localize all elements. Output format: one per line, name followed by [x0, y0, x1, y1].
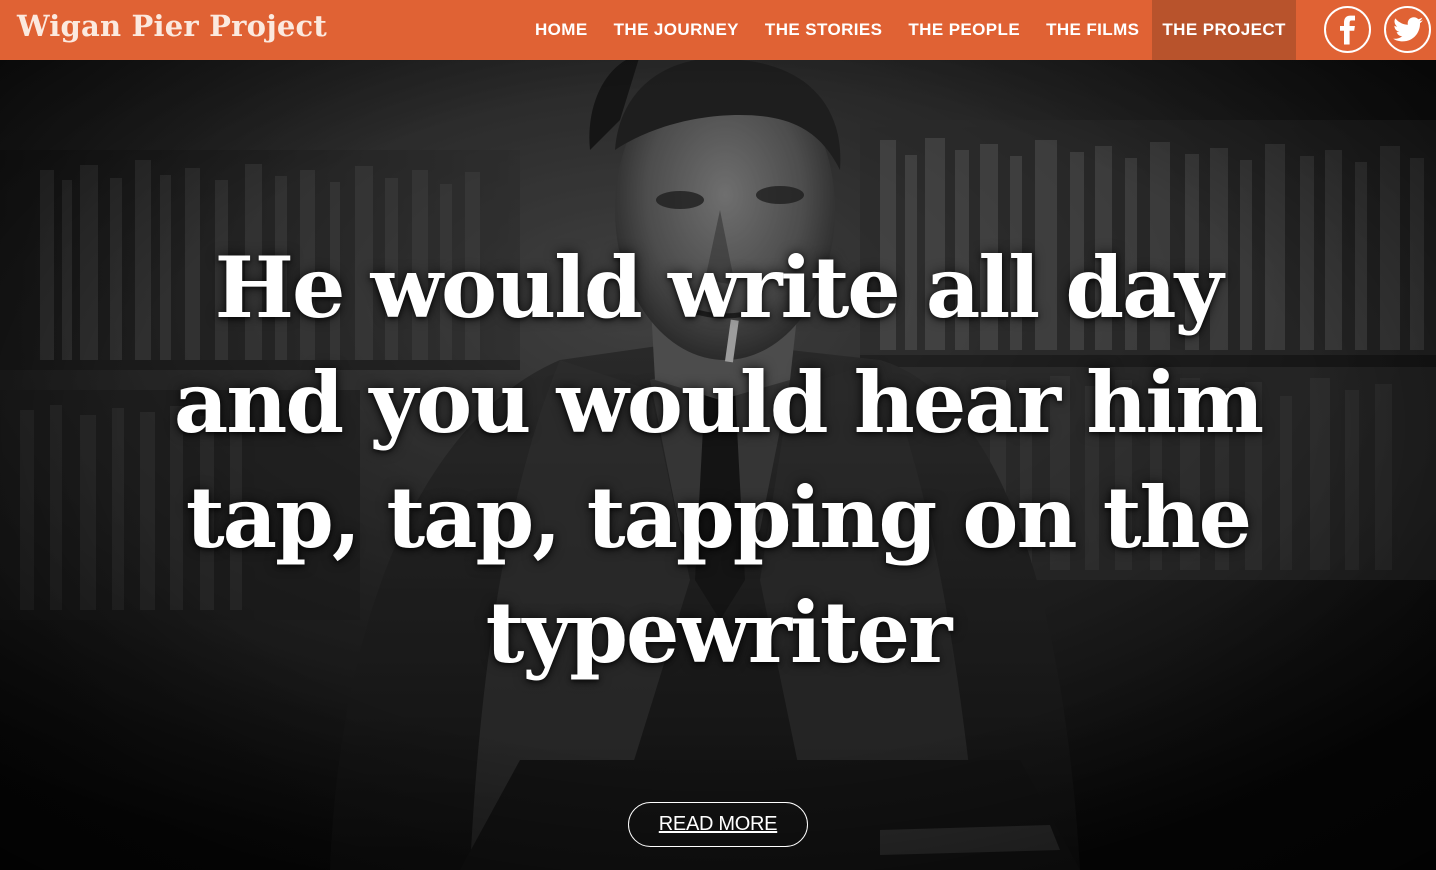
hero-section: He would write all day and you would hea… — [0, 60, 1436, 870]
twitter-link[interactable] — [1384, 6, 1431, 53]
hero-quote-line: tap, tap, tapping on the — [185, 468, 1252, 567]
facebook-link[interactable] — [1324, 6, 1371, 53]
read-more-button[interactable]: READ MORE — [628, 802, 808, 847]
nav-the-people[interactable]: THE PEOPLE — [895, 0, 1033, 60]
twitter-icon — [1392, 16, 1423, 41]
hero-quote: He would write all day and you would hea… — [168, 230, 1268, 690]
nav-the-journey[interactable]: THE JOURNEY — [601, 0, 752, 60]
facebook-icon — [1339, 15, 1355, 44]
nav-the-stories[interactable]: THE STORIES — [752, 0, 895, 60]
site-logo[interactable]: Wigan Pier Project — [17, 9, 327, 43]
nav-the-project[interactable]: THE PROJECT — [1152, 0, 1296, 60]
site-header: Wigan Pier Project HOME THE JOURNEY THE … — [0, 0, 1436, 60]
hero-quote-line: typewriter — [485, 583, 953, 682]
main-nav: HOME THE JOURNEY THE STORIES THE PEOPLE … — [522, 0, 1296, 60]
nav-home[interactable]: HOME — [522, 0, 601, 60]
nav-the-films[interactable]: THE FILMS — [1033, 0, 1152, 60]
social-links — [1324, 6, 1431, 53]
hero-quote-line: and you would hear him — [173, 353, 1264, 452]
hero-quote-line: He would write all day — [214, 238, 1224, 337]
